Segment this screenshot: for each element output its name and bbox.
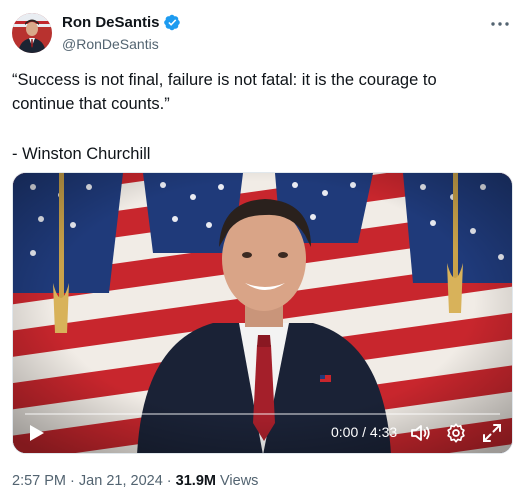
video-player[interactable]: 0:00 / 4:33 [12, 172, 513, 454]
fullscreen-button[interactable] [481, 422, 503, 444]
views-count[interactable]: 31.9M [176, 473, 216, 489]
volume-button[interactable] [409, 422, 431, 444]
more-options-icon[interactable] [488, 14, 512, 34]
tweet-quote-line-2: continue that counts.” [12, 95, 170, 113]
tweet-quote-line-1: “Success is not final, failure is not fa… [12, 71, 437, 89]
settings-icon [447, 423, 465, 443]
tweet-time[interactable]: 2:57 PM [12, 473, 66, 489]
tweet-attribution: - Winston Churchill [12, 145, 151, 163]
volume-icon [411, 425, 430, 441]
author-name[interactable]: Ron DeSantis [62, 14, 181, 31]
meta-separator-1: · [70, 473, 75, 489]
tweet-date[interactable]: Jan 21, 2024 [79, 473, 163, 489]
verified-badge-icon [163, 14, 180, 31]
tweet-text: “Success is not final, failure is not fa… [12, 68, 512, 166]
settings-button[interactable] [445, 422, 467, 444]
meta-separator-2: · [166, 473, 172, 489]
avatar-image [12, 13, 52, 53]
author-name-text: Ron DeSantis [62, 14, 160, 31]
author-avatar[interactable] [12, 13, 52, 53]
play-button[interactable] [25, 422, 47, 444]
video-frame [13, 173, 512, 453]
tweet-card: Ron DeSantis @RonDeSantis “Success is no… [0, 0, 524, 504]
video-time: 0:00 / 4:33 [331, 424, 398, 440]
views-label: Views [220, 473, 259, 489]
video-controls: 0:00 / 4:33 [13, 413, 512, 453]
fullscreen-icon [483, 424, 501, 442]
play-icon [30, 425, 44, 441]
tweet-meta: 2:57 PM · Jan 21, 2024 · 31.9M Views [12, 473, 258, 489]
author-handle[interactable]: @RonDeSantis [62, 36, 159, 52]
